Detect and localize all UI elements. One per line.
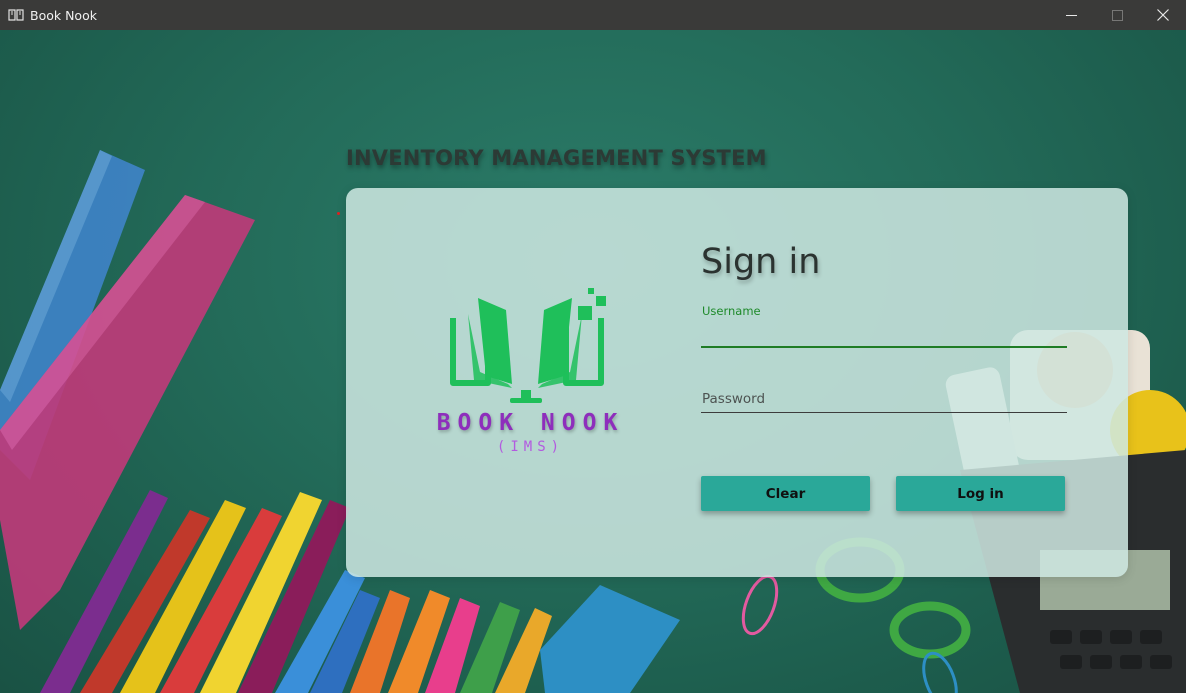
clear-button[interactable]: Clear [701,476,870,511]
username-label: Username [702,304,761,318]
book-icon [8,7,24,23]
maximize-icon[interactable] [1094,0,1140,30]
minimize-icon[interactable] [1048,0,1094,30]
background-scene: INVENTORY MANAGEMENT SYSTEM BOOK NOOK (I… [0,30,1186,693]
signin-title: Sign in [701,242,821,282]
sticky-block-decoration [540,585,680,693]
window-title: Book Nook [30,7,97,23]
page-heading: INVENTORY MANAGEMENT SYSTEM [346,146,767,170]
brand-subtitle: (IMS) [496,439,565,455]
username-input[interactable] [701,320,1067,348]
login-button[interactable]: Log in [896,476,1065,511]
close-icon[interactable] [1140,0,1186,30]
paper-clips-decoration [741,574,958,693]
brand-name: BOOK NOOK [436,410,625,436]
password-input[interactable] [701,386,1067,413]
marker-dot [337,212,340,215]
window-titlebar: Book Nook [0,0,1186,30]
login-card: BOOK NOOK (IMS) Sign in Username Clear L… [346,188,1128,577]
window-controls [1048,0,1186,30]
